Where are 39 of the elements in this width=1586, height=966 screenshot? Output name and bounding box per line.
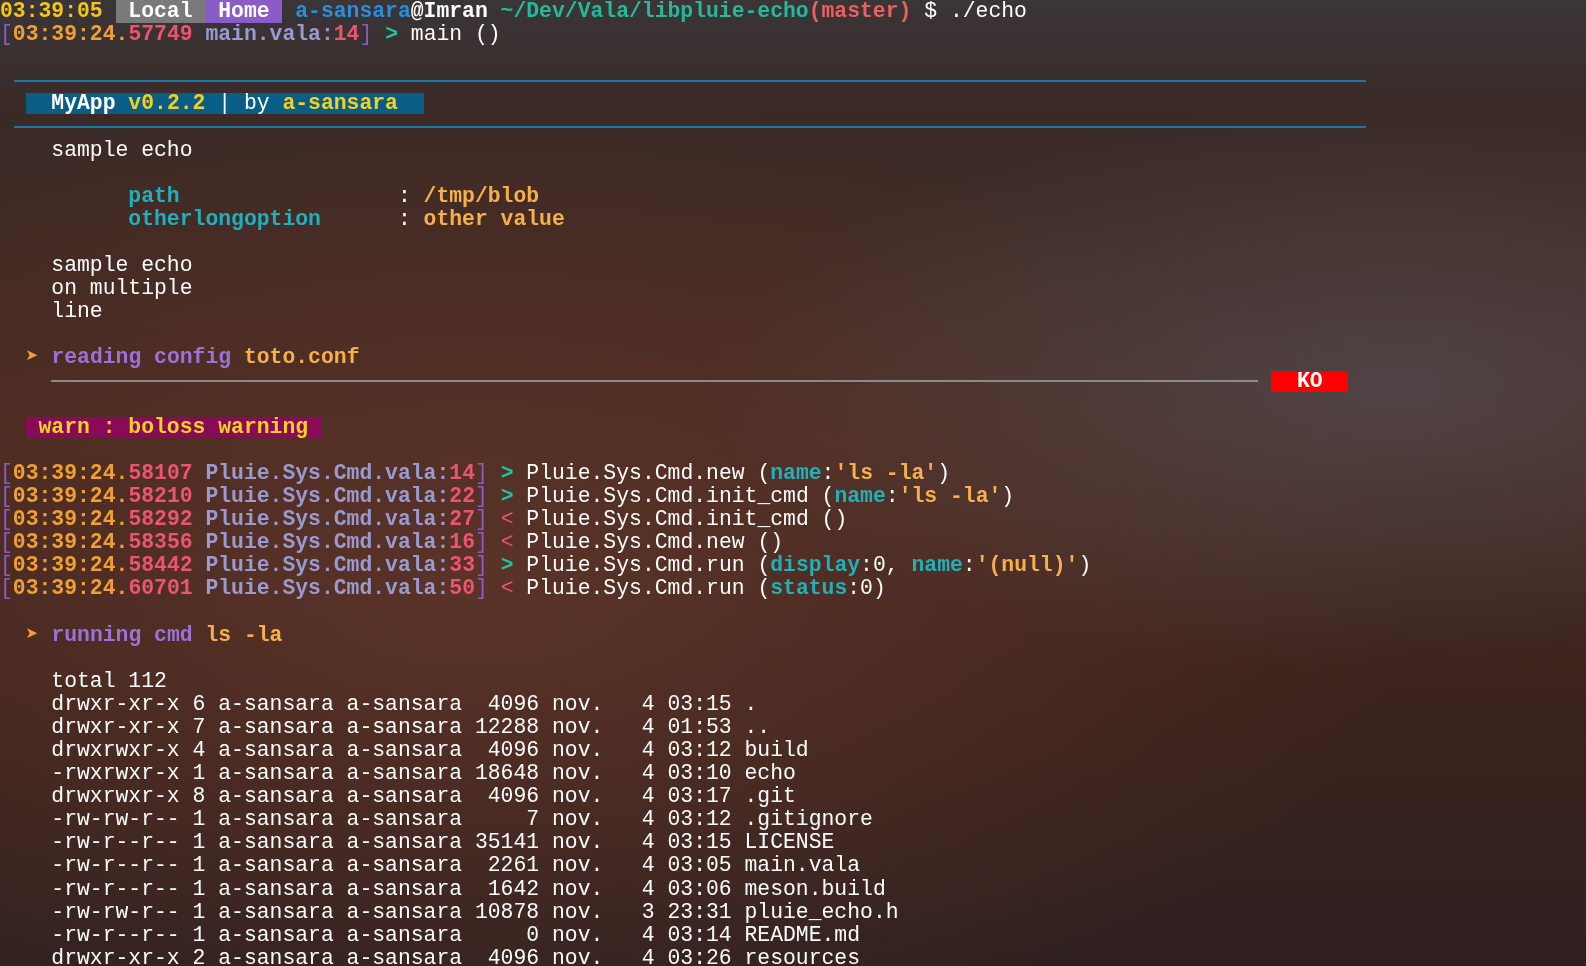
prompt-tag: Local [115, 0, 206, 24]
output-text: sample echo [51, 254, 193, 278]
output-text: line [51, 300, 103, 324]
log-line: [03:39:24.58442 Pluie.Sys.Cmd.vala:33] > Pluie.Sys.Cmd.run (display:0, name:'(null)') [0, 554, 1092, 578]
host-name: @Imran [410, 0, 488, 24]
output-text: drwxr-xr-x 2 a-sansara a-sansara 4096 nov. 4 03:26 resources [51, 946, 861, 966]
option-line: path : /tmp/blob [128, 184, 540, 208]
output-text: drwxrwxr-x 4 a-sansara a-sansara 4096 nov. 4 03:12 build [51, 739, 809, 763]
output-text: -rwxrwxr-x 1 a-sansara a-sansara 18648 nov. 4 03:10 echo [51, 762, 796, 786]
output-text: -rw-r--r-- 1 a-sansara a-sansara 35141 nov. 4 03:15 LICENSE [51, 831, 835, 855]
output-text: drwxr-xr-x 7 a-sansara a-sansara 12288 nov. 4 01:53 .. [51, 715, 771, 739]
output-text: -rw-rw-r-- 1 a-sansara a-sansara 7 nov. 4 03:12 .gitignore [51, 808, 873, 832]
app-banner: MyApp v0.2.2 | by a-sansara [25, 93, 424, 115]
step-line: ➤ reading config toto.conf [25, 346, 360, 370]
log-line: [03:39:24.60701 Pluie.Sys.Cmd.vala:50] < Pluie.Sys.Cmd.run (status:0) [0, 577, 886, 601]
user-name: a-sansara [295, 0, 411, 24]
output-text: -rw-r--r-- 1 a-sansara a-sansara 1642 nov. 4 03:06 meson.build [51, 877, 886, 901]
log-line: [03:39:24.57749 main.vala:14] > main () [0, 23, 501, 47]
command-text: $ ./echo [924, 0, 1027, 24]
log-line: [03:39:24.58292 Pluie.Sys.Cmd.vala:27] < Pluie.Sys.Cmd.init_cmd () [0, 508, 848, 532]
status-badge: KO [1271, 370, 1349, 392]
output-text: on multiple [51, 277, 193, 301]
output-text: drwxr-xr-x 6 a-sansara a-sansara 4096 nov. 4 03:15 . [51, 692, 758, 716]
output-text: sample echo [51, 138, 193, 162]
option-line: otherlongoption : other value [128, 207, 565, 231]
output-text: -rw-r--r-- 1 a-sansara a-sansara 2261 nov. 4 03:05 main.vala [51, 854, 861, 878]
git-branch: (master) [808, 0, 912, 24]
prompt-tag: Home [205, 0, 283, 24]
output-text: total 112 [51, 669, 167, 693]
warning-badge: warn : boloss warning [25, 416, 321, 438]
log-line: [03:39:24.58210 Pluie.Sys.Cmd.vala:22] > Pluie.Sys.Cmd.init_cmd (name:'ls -la') [0, 484, 1015, 509]
working-directory: ~/Dev/Vala/libpluie-echo [500, 0, 809, 24]
output-text: -rw-rw-r-- 1 a-sansara a-sansara 10878 nov. 3 23:31 pluie_echo.h [51, 900, 899, 924]
log-line: [03:39:24.58356 Pluie.Sys.Cmd.vala:16] < Pluie.Sys.Cmd.new () [0, 531, 784, 555]
log-line: [03:39:24.58107 Pluie.Sys.Cmd.vala:14] > Pluie.Sys.Cmd.new (name:'ls -la') [0, 461, 950, 485]
prompt-time: 03:39:05 [0, 0, 103, 24]
step-line: ➤ running cmd ls -la [25, 623, 283, 647]
output-text: drwxrwxr-x 8 a-sansara a-sansara 4096 nov. 4 03:17 .git [51, 785, 796, 809]
output-text: -rw-r--r-- 1 a-sansara a-sansara 0 nov. 4 03:14 README.md [51, 923, 861, 947]
